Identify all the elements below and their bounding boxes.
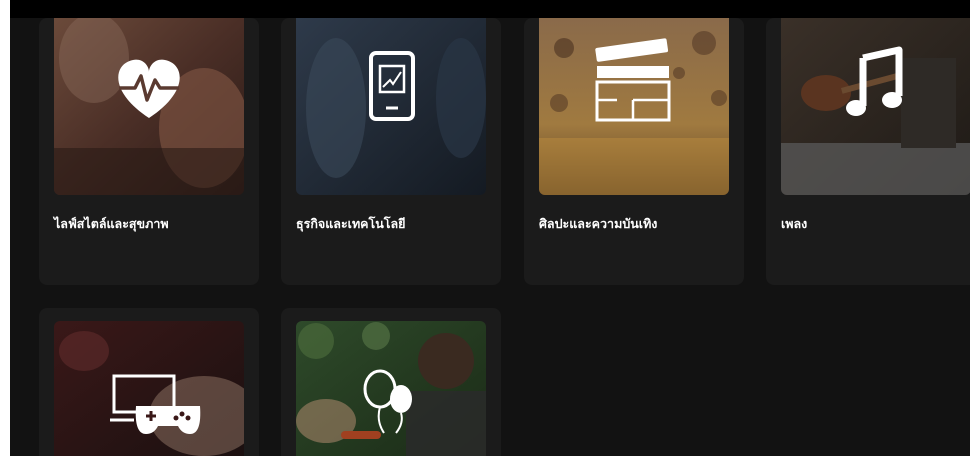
category-label: ศิลปะและความบันเทิง <box>539 216 658 231</box>
category-thumbnail <box>296 321 486 456</box>
category-card-games[interactable] <box>39 308 259 456</box>
category-label: ไลฟ์สไตล์และสุขภาพ <box>54 216 169 231</box>
category-grid: ไลฟ์สไตล์และสุขภาพ ธุรกิจและเทคโนโลยี ศิ… <box>10 0 970 456</box>
top-bar <box>10 0 970 18</box>
lifestyle-photo <box>54 18 244 195</box>
category-card-arts-entertainment[interactable]: ศิลปะและความบันเทิง <box>524 18 744 285</box>
arts-photo <box>539 18 729 195</box>
category-card-lifestyle-health[interactable]: ไลฟ์สไตล์และสุขภาพ <box>39 18 259 285</box>
category-thumbnail <box>296 18 486 195</box>
category-thumbnail <box>54 18 244 195</box>
category-label: เพลง <box>781 216 808 231</box>
category-card-business-technology[interactable]: ธุรกิจและเทคโนโลยี <box>281 18 501 285</box>
category-label: ธุรกิจและเทคโนโลยี <box>296 216 406 231</box>
music-photo <box>781 18 970 195</box>
category-thumbnail <box>781 18 970 195</box>
business-photo <box>296 18 486 195</box>
games-photo <box>54 321 244 456</box>
category-card-music[interactable]: เพลง <box>766 18 970 285</box>
category-thumbnail <box>54 321 244 456</box>
category-thumbnail <box>539 18 729 195</box>
category-card-kids-family[interactable] <box>281 308 501 456</box>
kids-photo <box>296 321 486 456</box>
